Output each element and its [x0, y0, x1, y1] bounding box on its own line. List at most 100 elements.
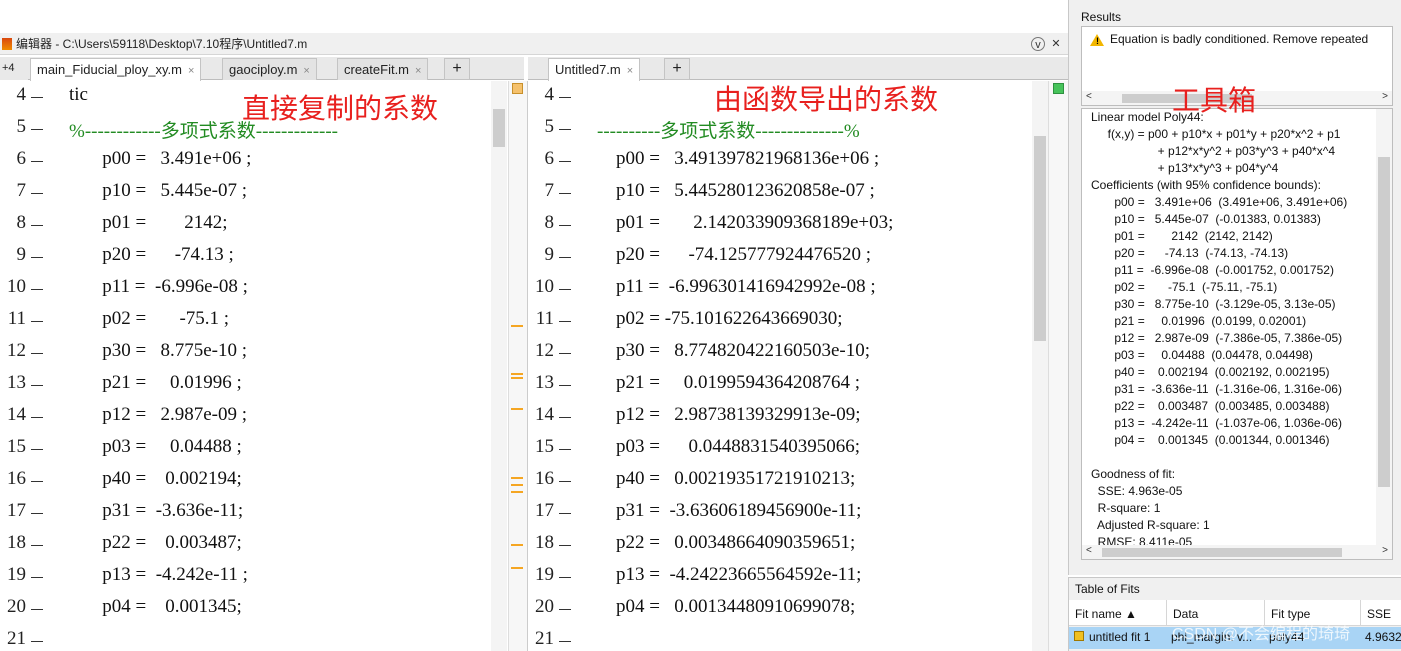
- warning-marker[interactable]: [511, 477, 523, 479]
- results-vscroll[interactable]: [1376, 109, 1392, 545]
- breakpoint-dash[interactable]: [31, 385, 43, 386]
- code-line[interactable]: p03 = 0.0448831540395066;: [578, 436, 860, 458]
- left-code-editor[interactable]: 4 tic 5 %------------多项式系数------------- 6 …: [0, 81, 508, 651]
- col-sse[interactable]: SSE: [1361, 600, 1401, 626]
- breakpoint-dash[interactable]: [31, 577, 43, 578]
- code-line[interactable]: p40 = 0.00219351721910213;: [578, 468, 855, 490]
- warning-marker[interactable]: [511, 491, 523, 493]
- warning-marker[interactable]: [511, 377, 523, 379]
- warning-indicator-icon[interactable]: [512, 83, 523, 94]
- breakpoint-dash[interactable]: [31, 129, 43, 130]
- warning-marker[interactable]: [511, 567, 523, 569]
- tab-createfit[interactable]: createFit.m ×: [337, 58, 429, 80]
- breakpoint-dash[interactable]: [559, 641, 571, 642]
- breakpoint-dash[interactable]: [559, 353, 571, 354]
- results-hscroll[interactable]: < >: [1082, 545, 1392, 559]
- new-tab-button[interactable]: +: [664, 58, 690, 80]
- code-line[interactable]: p11 = -6.996301416942992e-08 ;: [578, 276, 876, 298]
- code-line[interactable]: p22 = 0.00348664090359651;: [578, 532, 855, 554]
- breakpoint-dash[interactable]: [31, 449, 43, 450]
- breakpoint-dash[interactable]: [559, 449, 571, 450]
- right-editor-scrollbar[interactable]: [1032, 81, 1048, 651]
- warning-marker[interactable]: [511, 325, 523, 327]
- code-line[interactable]: p00 = 3.491e+06 ;: [50, 148, 251, 170]
- breakpoint-dash[interactable]: [559, 417, 571, 418]
- panel-menu-icon[interactable]: v: [1031, 37, 1045, 51]
- code-line[interactable]: p12 = 2.98738139329913e-09;: [578, 404, 861, 426]
- breakpoint-dash[interactable]: [559, 289, 571, 290]
- tab-close-icon[interactable]: ×: [188, 65, 194, 77]
- breakpoint-dash[interactable]: [31, 193, 43, 194]
- left-editor-scrollbar[interactable]: [491, 81, 507, 651]
- breakpoint-dash[interactable]: [31, 97, 43, 98]
- warning-marker[interactable]: [511, 408, 523, 410]
- scroll-thumb[interactable]: [1102, 548, 1342, 557]
- scroll-left-icon[interactable]: <: [1086, 91, 1092, 102]
- scroll-thumb[interactable]: [1034, 136, 1046, 341]
- code-line[interactable]: p22 = 0.003487;: [50, 532, 242, 554]
- breakpoint-dash[interactable]: [31, 609, 43, 610]
- col-fit-name[interactable]: Fit name ▲: [1069, 600, 1167, 626]
- code-line[interactable]: p21 = 0.0199594364208764 ;: [578, 372, 860, 394]
- breakpoint-dash[interactable]: [31, 513, 43, 514]
- breakpoint-dash[interactable]: [31, 161, 43, 162]
- code-line[interactable]: p01 = 2142;: [50, 212, 227, 234]
- breakpoint-dash[interactable]: [559, 321, 571, 322]
- code-line[interactable]: p30 = 8.774820422160503e-10;: [578, 340, 870, 362]
- tab-gaociploy[interactable]: gaociploy.m ×: [222, 58, 317, 80]
- code-line[interactable]: p02 = -75.101622643669030;: [578, 308, 843, 330]
- scroll-thumb[interactable]: [493, 109, 505, 147]
- breakpoint-dash[interactable]: [31, 353, 43, 354]
- ok-indicator-icon[interactable]: [1053, 83, 1064, 94]
- breakpoint-dash[interactable]: [559, 225, 571, 226]
- new-tab-button[interactable]: +: [444, 58, 470, 80]
- breakpoint-dash[interactable]: [559, 545, 571, 546]
- warning-marker[interactable]: [511, 544, 523, 546]
- code-line[interactable]: p03 = 0.04488 ;: [50, 436, 242, 458]
- code-line[interactable]: p31 = -3.63606189456900e-11;: [578, 500, 861, 522]
- breakpoint-dash[interactable]: [31, 289, 43, 290]
- breakpoint-dash[interactable]: [31, 481, 43, 482]
- code-line[interactable]: p01 = 2.142033909368189e+03;: [578, 212, 893, 234]
- breakpoint-dash[interactable]: [559, 481, 571, 482]
- tab-close-icon[interactable]: ×: [303, 65, 309, 77]
- scroll-right-icon[interactable]: >: [1382, 545, 1388, 556]
- breakpoint-dash[interactable]: [31, 225, 43, 226]
- right-code-editor[interactable]: 4 5 ----------多项式系数--------------% 6 p00 =…: [528, 81, 1032, 651]
- code-line[interactable]: p10 = 5.445e-07 ;: [50, 180, 247, 202]
- breakpoint-dash[interactable]: [559, 577, 571, 578]
- code-line[interactable]: ----------多项式系数--------------%: [578, 116, 860, 143]
- scroll-left-icon[interactable]: <: [1086, 545, 1092, 556]
- tab-close-icon[interactable]: ×: [627, 65, 633, 77]
- code-line[interactable]: p04 = 0.00134480910699078;: [578, 596, 855, 618]
- tab-overflow[interactable]: +4: [0, 58, 28, 80]
- breakpoint-dash[interactable]: [31, 641, 43, 642]
- warning-marker[interactable]: [511, 484, 523, 486]
- code-line[interactable]: p20 = -74.125777924476520 ;: [578, 244, 871, 266]
- breakpoint-dash[interactable]: [559, 385, 571, 386]
- code-line[interactable]: p04 = 0.001345;: [50, 596, 242, 618]
- breakpoint-dash[interactable]: [559, 161, 571, 162]
- breakpoint-dash[interactable]: [31, 545, 43, 546]
- breakpoint-dash[interactable]: [31, 417, 43, 418]
- breakpoint-dash[interactable]: [559, 513, 571, 514]
- tab-close-icon[interactable]: ×: [415, 65, 421, 77]
- tab-untitled7[interactable]: Untitled7.m ×: [548, 58, 641, 81]
- breakpoint-dash[interactable]: [559, 97, 571, 98]
- code-line[interactable]: p00 = 3.491397821968136e+06 ;: [578, 148, 879, 170]
- code-line[interactable]: p31 = -3.636e-11;: [50, 500, 243, 522]
- breakpoint-dash[interactable]: [31, 321, 43, 322]
- tab-main-fiducial[interactable]: main_Fiducial_ploy_xy.m ×: [30, 58, 202, 81]
- scroll-thumb[interactable]: [1378, 157, 1390, 487]
- code-line[interactable]: p10 = 5.445280123620858e-07 ;: [578, 180, 875, 202]
- warning-marker[interactable]: [511, 373, 523, 375]
- breakpoint-dash[interactable]: [31, 257, 43, 258]
- close-icon[interactable]: ✕: [1049, 37, 1063, 51]
- code-line[interactable]: p12 = 2.987e-09 ;: [50, 404, 247, 426]
- code-line[interactable]: p02 = -75.1 ;: [50, 308, 229, 330]
- code-line[interactable]: p20 = -74.13 ;: [50, 244, 234, 266]
- breakpoint-dash[interactable]: [559, 609, 571, 610]
- code-line[interactable]: tic: [50, 84, 88, 106]
- scroll-right-icon[interactable]: >: [1382, 91, 1388, 102]
- code-line[interactable]: p13 = -4.242e-11 ;: [50, 564, 248, 586]
